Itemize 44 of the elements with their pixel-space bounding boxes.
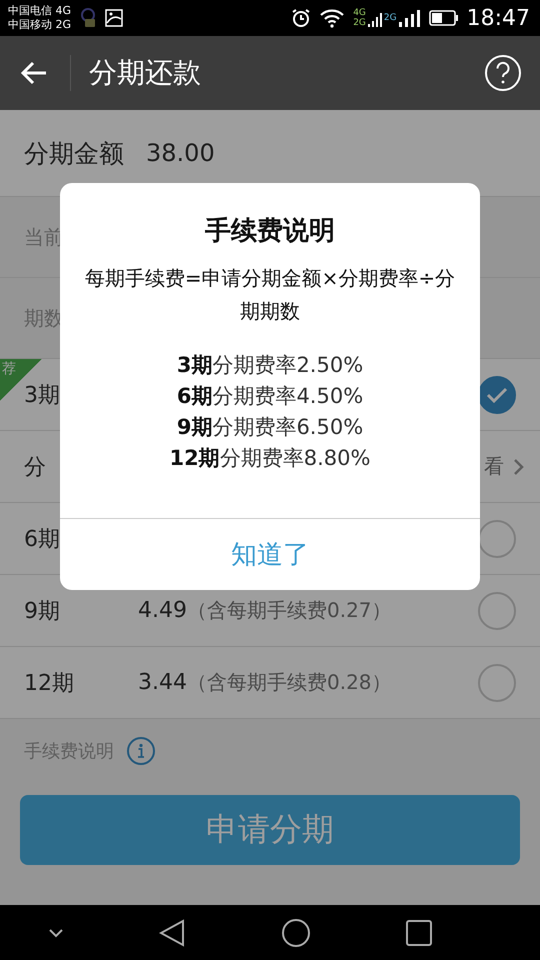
period-label: 12期 [24,670,75,698]
row-link-text: 看 [484,453,504,480]
alarm-icon [291,8,312,28]
rate-line: 9期分期费率6.50% [176,414,364,441]
rate-line: 6期分期费率4.50% [176,383,364,410]
info-icon[interactable] [126,736,156,766]
carrier-label: 中国移动 2G [8,18,72,32]
carrier-label: 中国电信 4G [8,4,72,18]
period-label: 9期 [24,598,61,626]
network-label: 2G [353,18,366,28]
period-label: 6期 [24,526,61,554]
network-label: 4G [353,8,366,18]
rate-line: 12期分期费率8.80% [170,445,370,472]
row-label: 分 [24,454,47,482]
fee-formula: 每期手续费=申请分期金额×分期费率÷分期期数 [84,265,456,325]
dialog-title: 手续费说明 [205,215,335,248]
amount-label: 分期金额 [24,138,124,170]
recents-icon[interactable] [406,920,432,946]
network-label: 2G [384,13,397,23]
amount-value: 38.00 [146,139,215,167]
back-icon[interactable] [159,918,186,946]
got-it-button[interactable]: 知道了 [60,518,480,590]
period-label: 3期 [24,382,61,410]
back-arrow-icon[interactable] [20,61,48,85]
monthly-amount: 4.49 [138,598,187,623]
chevron-down-icon[interactable] [48,928,64,938]
help-icon[interactable] [484,54,522,92]
radio-button[interactable] [478,376,516,414]
fee-note: （含每期手续费0.28） [186,669,392,696]
checkmark-icon [486,386,508,402]
image-icon [105,9,124,27]
radio-button[interactable] [478,592,516,630]
radio-button[interactable] [478,664,516,702]
home-icon[interactable] [280,918,311,948]
monthly-amount: 3.44 [138,670,187,695]
chevron-icon [512,456,526,476]
fee-note: （含每期手续费0.27） [186,597,392,624]
rate-line: 3期分期费率2.50% [176,352,364,379]
page-title: 分期还款 [89,55,202,91]
wifi-icon [319,8,346,28]
signal-icon [398,8,421,28]
clock-time: 18:47 [466,6,530,30]
apply-button[interactable]: 申请分期 [20,795,520,865]
battery-icon [428,10,459,26]
